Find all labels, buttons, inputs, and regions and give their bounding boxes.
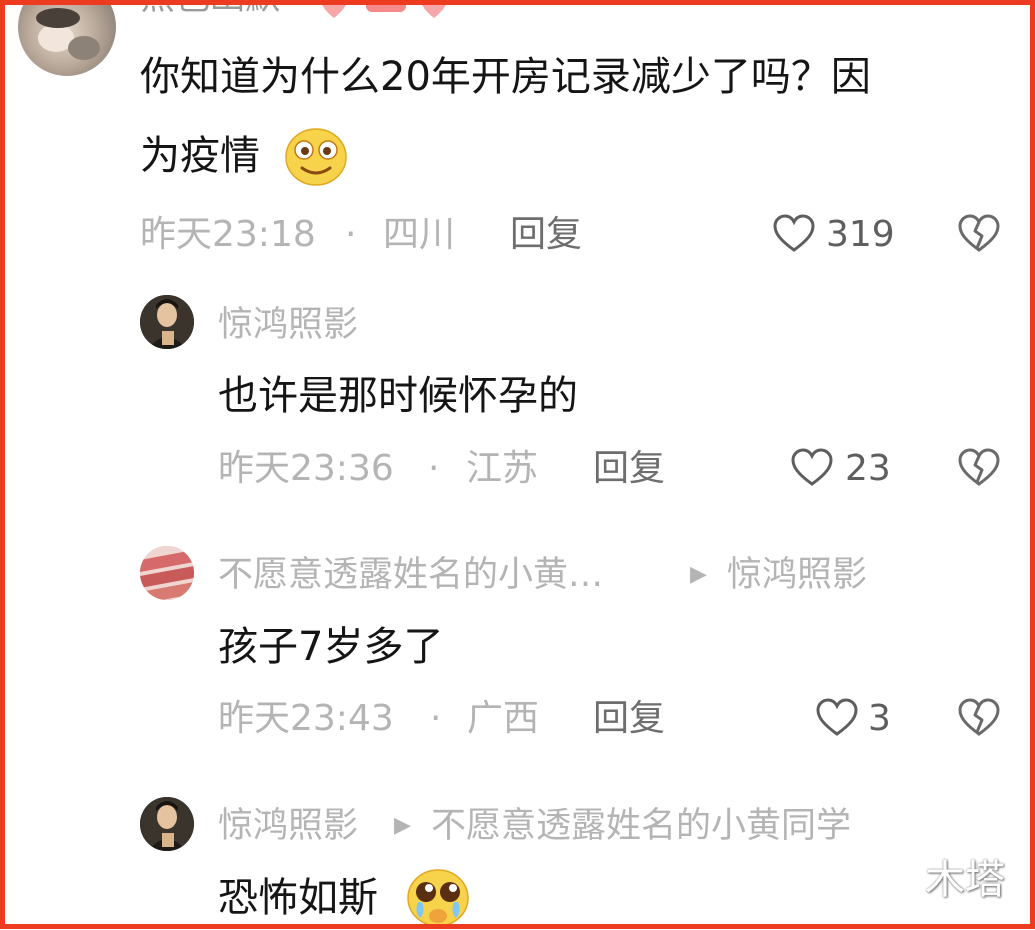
comment-text-line-2: 为疫情	[140, 133, 260, 179]
reply-time: 昨天23:36	[218, 448, 394, 489]
reply-text: 孩子7岁多了	[218, 624, 444, 670]
avatar[interactable]	[140, 797, 194, 851]
like-count: 319	[826, 214, 895, 255]
avatar[interactable]	[140, 546, 194, 600]
avatar-image	[140, 546, 194, 600]
reply-to-username[interactable]: 惊鸿照影	[727, 555, 867, 595]
meta-separator: ·	[430, 698, 442, 739]
watermark-text: 木塔	[925, 857, 1005, 903]
avatar[interactable]	[140, 295, 194, 349]
meta-separator: ·	[428, 448, 440, 489]
comment-time: 昨天23:18	[140, 214, 316, 255]
reply-username[interactable]: 惊鸿照影	[218, 305, 358, 345]
heart-outline-icon[interactable]	[815, 698, 859, 742]
broken-heart-icon[interactable]	[957, 214, 1001, 258]
reply-button[interactable]: 回复	[593, 449, 665, 489]
crying-pleading-emoji-icon	[404, 866, 472, 930]
reply-button[interactable]: 回复	[510, 215, 582, 255]
broken-heart-icon[interactable]	[957, 698, 1001, 742]
reply-username[interactable]: 惊鸿照影	[218, 806, 358, 846]
comment-username[interactable]: 黑色幽默	[140, 0, 280, 18]
avatar[interactable]	[18, 0, 116, 76]
avatar-image	[140, 797, 194, 851]
reply-username[interactable]: 不愿意透露姓名的小黄…	[218, 555, 603, 595]
reply-text: 也许是那时候怀孕的	[218, 373, 578, 419]
reply-to-username[interactable]: 不愿意透露姓名的小黄同学	[431, 806, 851, 846]
avatar-image	[140, 295, 194, 349]
reply-button[interactable]: 回复	[593, 699, 665, 739]
comment-text-line-1: 你知道为什么20年开房记录减少了吗？因	[140, 54, 871, 100]
avatar-image	[36, 8, 100, 60]
meta-separator: ·	[345, 214, 357, 255]
decorative-hearts	[316, 0, 456, 28]
reply-location: 广西	[467, 698, 540, 739]
reply-time: 昨天23:43	[218, 698, 394, 739]
like-count: 3	[868, 698, 891, 739]
comment-location: 四川	[383, 214, 456, 255]
comment-text-line-2-wrap: 为疫情	[140, 133, 260, 179]
broken-heart-icon[interactable]	[957, 448, 1001, 492]
reply-text: 恐怖如斯	[218, 875, 378, 921]
reply-location: 江苏	[466, 448, 539, 489]
play-triangle-icon: ▶	[394, 813, 411, 838]
play-triangle-icon: ▶	[690, 562, 707, 587]
heart-outline-icon[interactable]	[790, 448, 834, 492]
smile-emoji-icon	[284, 126, 348, 190]
heart-outline-icon[interactable]	[772, 214, 816, 258]
like-count: 23	[845, 448, 891, 489]
